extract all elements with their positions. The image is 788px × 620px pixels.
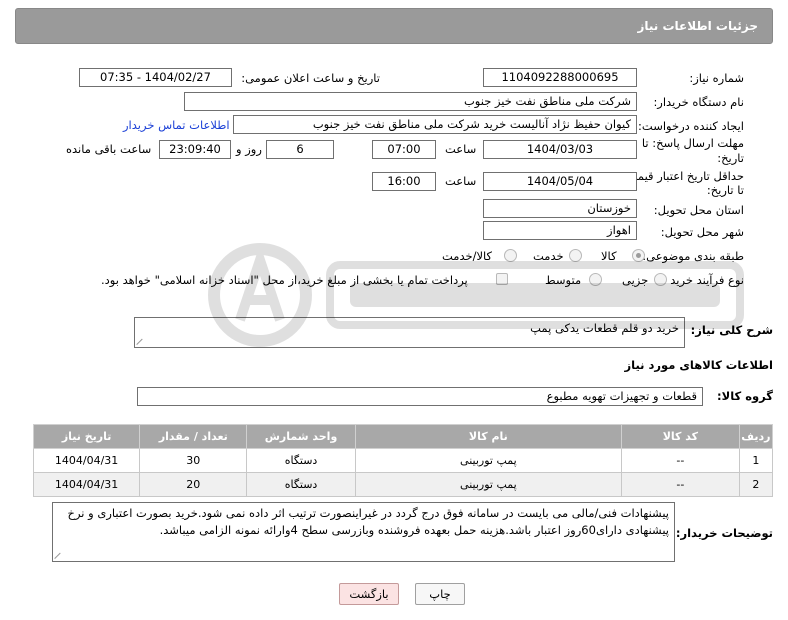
buyer-contact-link[interactable]: اطلاعات تماس خریدار [123, 118, 230, 132]
col-item-code: کد کالا [621, 424, 740, 449]
purchase-type-medium-radio[interactable] [589, 273, 602, 286]
price-validity-label: حداقل تاریخ اعتبار قیمت: [622, 169, 744, 183]
table-row[interactable]: 2 -- پمپ توربینی دستگاه 20 1404/04/31 [32, 472, 774, 497]
description-label: شرح کلی نیاز: [690, 323, 773, 337]
remaining-time-label: ساعت باقی مانده [66, 142, 152, 156]
goods-section-title: اطلاعات کالاهای مورد نیاز [624, 358, 773, 372]
cell-item-name: پمپ توربینی [354, 448, 623, 473]
requester-field[interactable]: کیوان حفیظ نژاد آنالیست خرید شرکت ملی من… [233, 115, 637, 134]
treasury-payment-note: پرداخت تمام یا بخشی از مبلغ خرید،از محل … [101, 273, 468, 287]
cell-need-date: 1404/04/31 [32, 472, 141, 497]
cell-quantity: 30 [139, 448, 248, 473]
need-number-label: شماره نیاز: [689, 71, 744, 85]
announce-datetime-field[interactable]: 1404/02/27 - 07:35 [79, 68, 232, 87]
print-button[interactable]: چاپ [415, 583, 465, 605]
buyer-notes-text: پیشنهادات فنی/مالی می بایست در سامانه فو… [67, 506, 669, 537]
cell-need-date: 1404/04/31 [32, 448, 141, 473]
category-goods-label: کالا [601, 249, 617, 263]
cell-item-code: -- [621, 472, 740, 497]
resize-handle-icon[interactable] [137, 337, 145, 345]
cell-unit: دستگاه [246, 448, 356, 473]
purchase-type-medium-label: متوسط [545, 273, 582, 287]
need-number-field[interactable]: 1104092288000695 [483, 68, 637, 87]
remaining-time-field[interactable]: 23:09:40 [159, 140, 231, 159]
cell-row-number: 1 [738, 448, 774, 473]
price-validity-time-label: ساعت [445, 174, 477, 188]
purchase-type-minor-radio[interactable] [654, 273, 667, 286]
treasury-payment-checkbox[interactable] [496, 273, 508, 285]
resize-handle-icon[interactable] [55, 551, 63, 559]
purchase-type-minor-label: جزیی [622, 273, 649, 287]
description-text: خرید دو قلم قطعات یدکی پمپ [530, 321, 679, 335]
goods-group-label: گروه کالا: [717, 389, 773, 403]
back-button[interactable]: بازگشت [339, 583, 399, 605]
cell-quantity: 20 [139, 472, 248, 497]
category-goods-service-radio[interactable] [504, 249, 517, 262]
category-goods-service-label: کالا/خدمت [442, 249, 493, 263]
items-table-header: ردیف کد کالا نام کالا واحد شمارش تعداد /… [32, 424, 774, 449]
reply-deadline-date-field[interactable]: 1404/03/03 [483, 140, 637, 159]
buyer-notes-label: توضیحات خریدار: [675, 526, 773, 540]
category-goods-radio[interactable] [632, 249, 645, 262]
items-table: ردیف کد کالا نام کالا واحد شمارش تعداد /… [32, 424, 774, 497]
reply-deadline-label: مهلت ارسال پاسخ: تا [641, 136, 744, 150]
cell-item-name: پمپ توربینی [354, 472, 623, 497]
col-row-number: ردیف [738, 424, 774, 449]
reply-deadline-time-label: ساعت [445, 142, 477, 156]
cell-item-code: -- [621, 448, 740, 473]
buyer-org-field[interactable]: شرکت ملی مناطق نفت خیز جنوب [184, 92, 637, 111]
cell-row-number: 2 [738, 472, 774, 497]
buyer-notes-textarea[interactable]: پیشنهادات فنی/مالی می بایست در سامانه فو… [52, 502, 675, 562]
purchase-type-label: نوع فرآیند خرید : [662, 273, 744, 287]
col-quantity: تعداد / مقدار [139, 424, 248, 449]
col-unit: واحد شمارش [246, 424, 356, 449]
requester-label: ایجاد کننده درخواست: [638, 119, 744, 133]
price-validity-time-field[interactable]: 16:00 [372, 172, 436, 191]
goods-group-field[interactable]: قطعات و تجهیزات تهویه مطبوع [137, 387, 703, 406]
price-validity-label-2: تا تاریخ: [706, 183, 744, 197]
category-label: طبقه بندی موضوعی: [642, 249, 744, 263]
category-service-radio[interactable] [569, 249, 582, 262]
province-label: استان محل تحویل: [653, 203, 744, 217]
col-need-date: تاریخ نیاز [32, 424, 141, 449]
buyer-org-label: نام دستگاه خریدار: [653, 95, 744, 109]
cell-unit: دستگاه [246, 472, 356, 497]
days-label: روز و [236, 142, 262, 156]
reply-deadline-time-field[interactable]: 07:00 [372, 140, 436, 159]
table-row[interactable]: 1 -- پمپ توربینی دستگاه 30 1404/04/31 [32, 448, 774, 473]
reply-deadline-label-2: تاریخ: [717, 151, 744, 165]
city-field[interactable]: اهواز [483, 221, 637, 240]
price-validity-date-field[interactable]: 1404/05/04 [483, 172, 637, 191]
announce-datetime-label: تاریخ و ساعت اعلان عمومی: [241, 71, 380, 85]
province-field[interactable]: خوزستان [483, 199, 637, 218]
category-service-label: خدمت [533, 249, 564, 263]
panel-title: جزئیات اطلاعات نیاز [15, 8, 773, 44]
col-item-name: نام کالا [354, 424, 623, 449]
city-label: شهر محل تحویل: [660, 225, 744, 239]
reply-deadline-days-field[interactable]: 6 [266, 140, 334, 159]
description-textarea[interactable]: خرید دو قلم قطعات یدکی پمپ [134, 317, 685, 348]
